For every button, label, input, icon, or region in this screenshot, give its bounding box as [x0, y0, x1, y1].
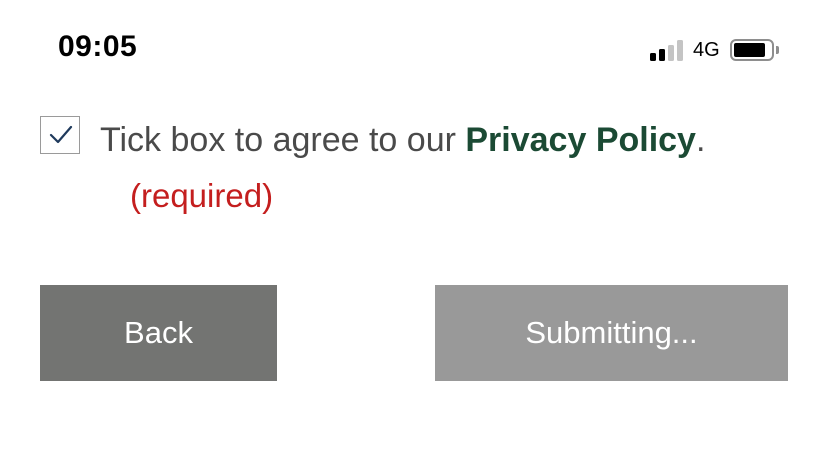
required-note: (required) — [130, 177, 274, 214]
submit-button[interactable]: Submitting... — [435, 285, 788, 381]
consent-text-before: Tick box to agree to our — [100, 121, 466, 159]
back-button[interactable]: Back — [40, 285, 277, 381]
signal-bar — [659, 49, 665, 61]
network-type: 4G — [693, 38, 720, 61]
consent-text-after: . — [695, 121, 706, 159]
privacy-checkbox[interactable] — [40, 116, 80, 154]
consent-label: Tick box to agree to our Privacy Policy. — [100, 118, 705, 162]
battery-level — [733, 43, 765, 57]
signal-strength-icon — [650, 39, 683, 61]
status-indicators: 4G — [650, 36, 779, 64]
privacy-policy-link[interactable]: Privacy Policy — [465, 121, 696, 159]
checkmark-icon — [49, 125, 73, 144]
battery-icon — [729, 39, 779, 61]
status-bar: 09:05 4G — [0, 0, 828, 100]
signal-bar — [668, 45, 674, 61]
signal-bar — [650, 53, 656, 61]
signal-bar — [677, 40, 683, 61]
status-time: 09:05 — [58, 30, 138, 63]
